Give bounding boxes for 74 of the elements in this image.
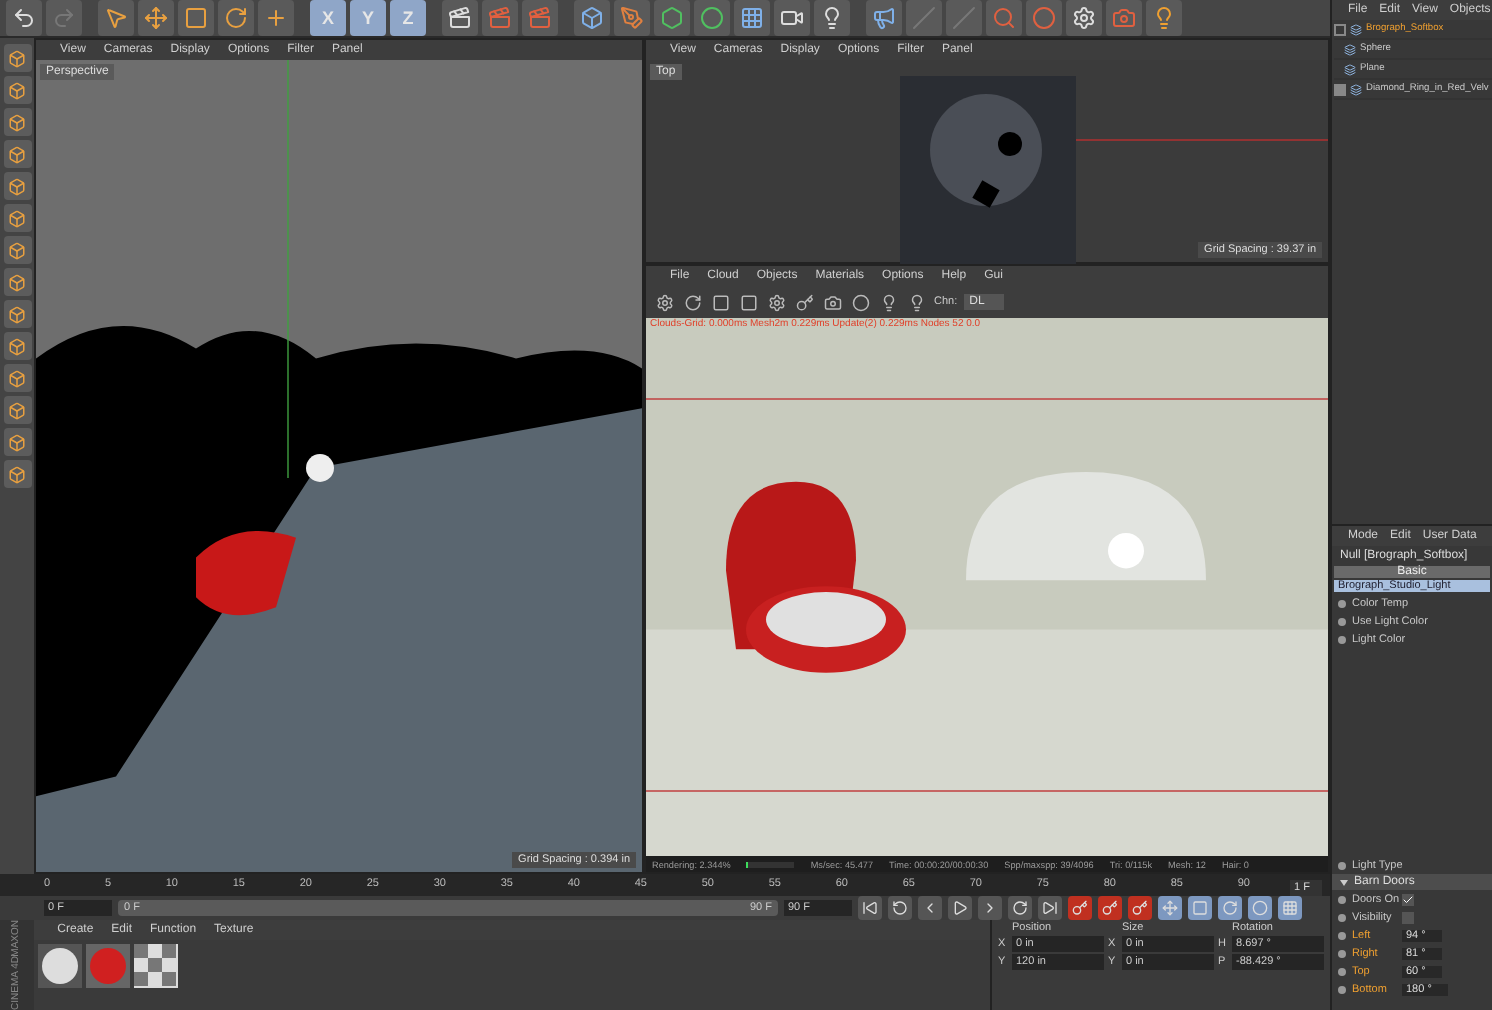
- tool-icon[interactable]: [3, 76, 31, 104]
- tool-icon[interactable]: [3, 300, 31, 328]
- pointer-icon[interactable]: [98, 0, 134, 36]
- render-tool-icon[interactable]: [822, 291, 844, 313]
- cube-icon[interactable]: [574, 0, 610, 36]
- material-swatch[interactable]: [37, 943, 82, 988]
- checkbox[interactable]: [1402, 911, 1414, 923]
- render-tool-icon[interactable]: [654, 291, 676, 313]
- rotate-icon[interactable]: [218, 0, 254, 36]
- tool-icon[interactable]: [3, 44, 31, 72]
- speaker-icon[interactable]: [866, 0, 902, 36]
- grid-icon[interactable]: [734, 0, 770, 36]
- object-icon: [1350, 23, 1362, 35]
- object-icon: [1344, 43, 1356, 55]
- camera-icon[interactable]: [774, 0, 810, 36]
- undo-icon[interactable]: [6, 0, 42, 36]
- playback-icon[interactable]: [1008, 895, 1032, 920]
- animation-dot-icon[interactable]: [1338, 913, 1346, 921]
- key-icon[interactable]: [1068, 895, 1092, 920]
- key-icon[interactable]: [1128, 895, 1152, 920]
- key-icon[interactable]: [1098, 895, 1122, 920]
- tool-icon[interactable]: [3, 396, 31, 424]
- render-tool-icon[interactable]: [738, 291, 760, 313]
- tool-icon[interactable]: [3, 460, 31, 488]
- keyframe-mode-icon[interactable]: [1248, 895, 1272, 920]
- checkbox[interactable]: [1402, 893, 1414, 905]
- animation-dot-icon[interactable]: [1338, 617, 1346, 625]
- settings-icon[interactable]: [1066, 0, 1102, 36]
- playback-icon[interactable]: [918, 895, 942, 920]
- animation-dot-icon[interactable]: [1338, 861, 1346, 869]
- playback-icon[interactable]: [978, 895, 1002, 920]
- tool-icon[interactable]: [3, 332, 31, 360]
- tool-icon[interactable]: [3, 172, 31, 200]
- animation-dot-icon[interactable]: [1338, 895, 1346, 903]
- render-tool-icon[interactable]: [878, 291, 900, 313]
- render-tool-icon[interactable]: [682, 291, 704, 313]
- animation-dot-icon[interactable]: [1338, 635, 1346, 643]
- tool-icon[interactable]: [3, 364, 31, 392]
- keyframe-mode-icon[interactable]: [1158, 895, 1182, 920]
- move-icon[interactable]: [138, 0, 174, 36]
- render-tool-icon[interactable]: [710, 291, 732, 313]
- tool-icon[interactable]: [3, 108, 31, 136]
- playback-icon[interactable]: [888, 895, 912, 920]
- clapperboard-icon[interactable]: [442, 0, 478, 36]
- tool-icon[interactable]: [3, 140, 31, 168]
- render-tool-icon[interactable]: [850, 291, 872, 313]
- keyframe-mode-icon[interactable]: [1188, 895, 1212, 920]
- animation-dot-icon[interactable]: [1338, 599, 1346, 607]
- material-swatch[interactable]: [85, 943, 130, 988]
- collapse-toggle[interactable]: [1334, 23, 1346, 35]
- playback-icon[interactable]: [1038, 895, 1062, 920]
- tool-icon[interactable]: [3, 428, 31, 456]
- keyframe-mode-icon[interactable]: [1278, 895, 1302, 920]
- keyframe-mode-icon[interactable]: [1218, 895, 1242, 920]
- render-tool-icon[interactable]: [794, 291, 816, 313]
- object-icon: [1350, 83, 1362, 95]
- animation-dot-icon[interactable]: [1338, 985, 1346, 993]
- render-tool-icon[interactable]: [766, 291, 788, 313]
- animation-dot-icon[interactable]: [1338, 931, 1346, 939]
- render-tool-icon[interactable]: [906, 291, 928, 313]
- pen-icon[interactable]: [614, 0, 650, 36]
- tool-icon[interactable]: [3, 204, 31, 232]
- animation-dot-icon[interactable]: [1338, 967, 1346, 975]
- light-bulb-icon[interactable]: [1146, 0, 1182, 36]
- expand-toggle[interactable]: [1334, 83, 1346, 95]
- tool-icon[interactable]: [3, 268, 31, 296]
- animation-dot-icon[interactable]: [1338, 949, 1346, 957]
- object-icon: [1344, 63, 1356, 75]
- light-bulb-icon[interactable]: [814, 0, 850, 36]
- tool-icon[interactable]: [3, 236, 31, 264]
- material-swatch[interactable]: [133, 943, 178, 988]
- playback-icon[interactable]: [948, 895, 972, 920]
- playback-icon[interactable]: [858, 895, 882, 920]
- plus-icon[interactable]: [258, 0, 294, 36]
